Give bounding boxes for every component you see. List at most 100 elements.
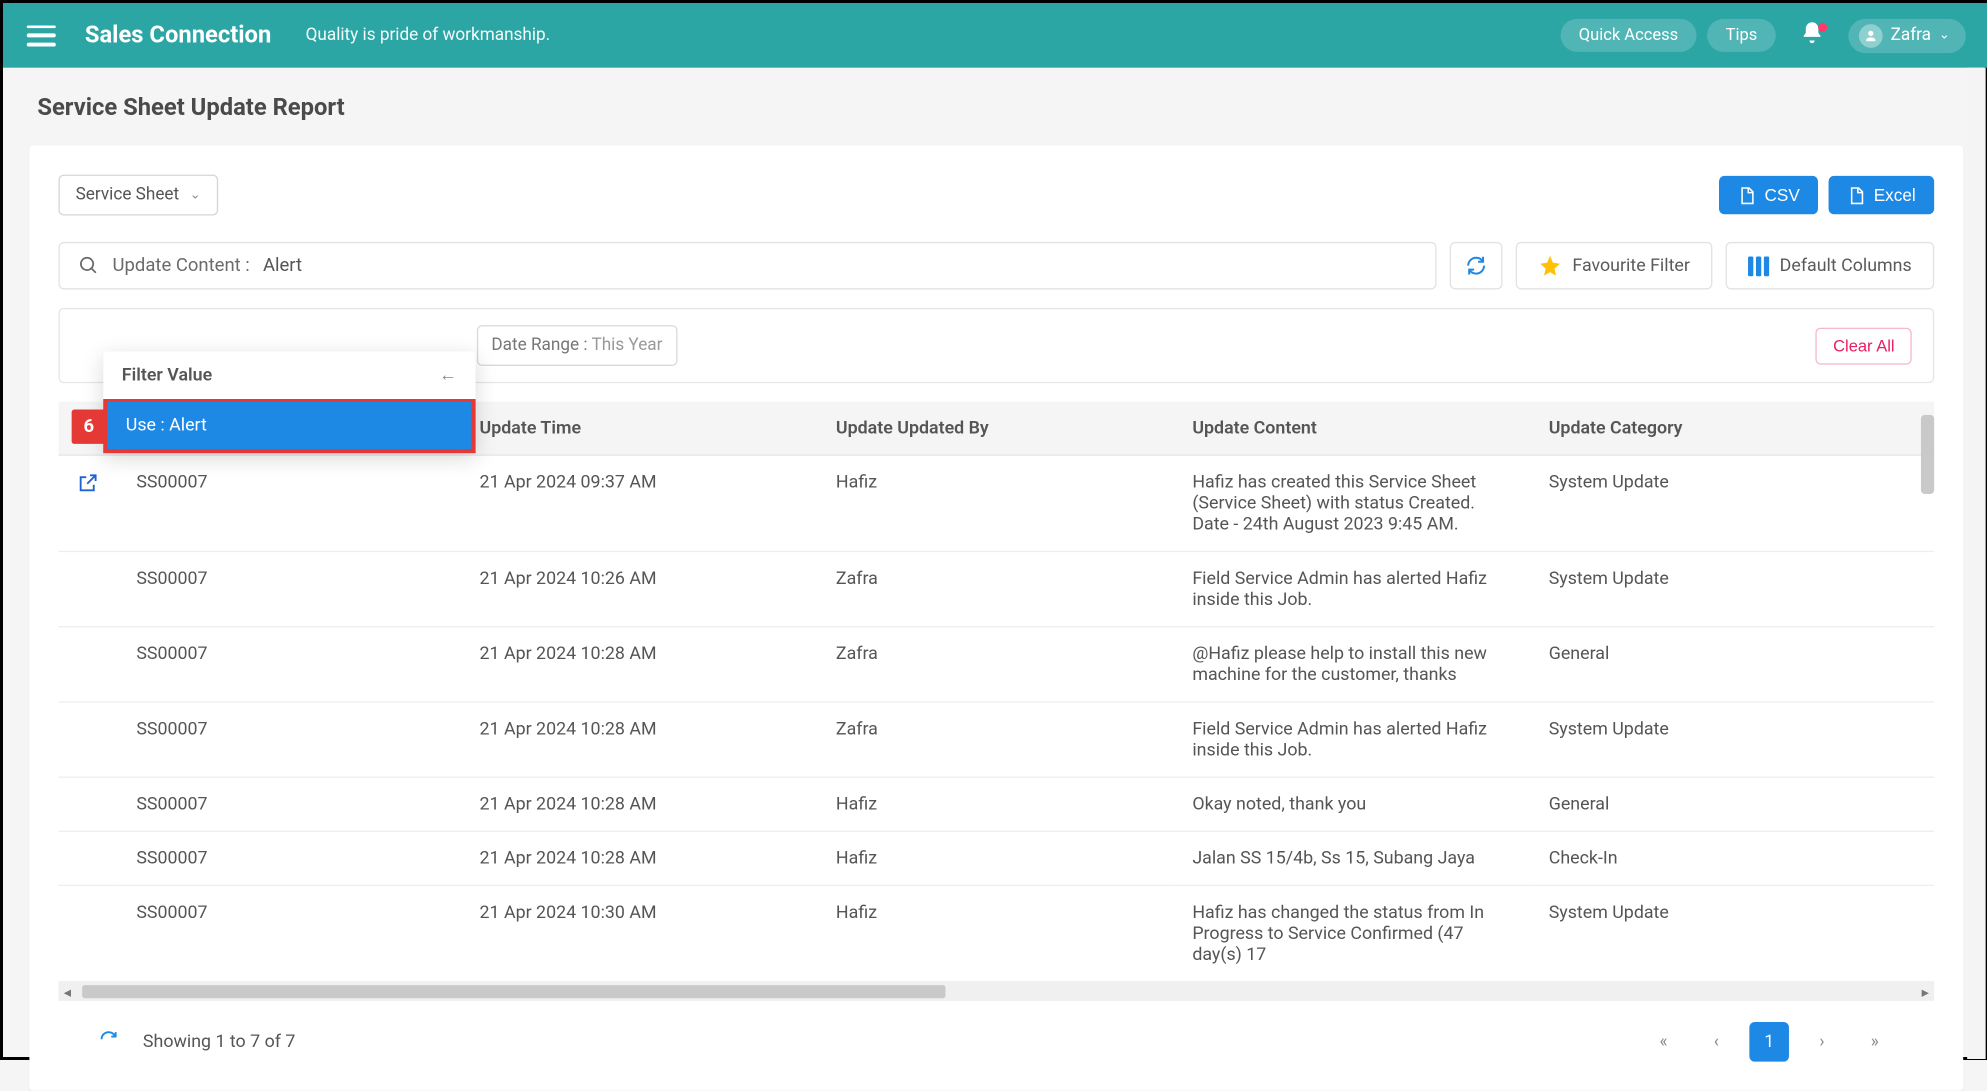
cell-sheet-no: SS00007 [118, 627, 461, 702]
file-icon [1847, 186, 1865, 204]
table-row[interactable]: SS0000721 Apr 2024 10:28 AMHafizOkay not… [58, 777, 1934, 831]
columns-icon [1748, 256, 1769, 276]
footer-refresh-button[interactable] [98, 1029, 119, 1055]
cell-by: Hafiz [817, 455, 1173, 551]
cell-content: @Hafiz please help to install this new m… [1174, 627, 1530, 702]
tips-button[interactable]: Tips [1707, 19, 1776, 52]
export-csv-button[interactable]: CSV [1720, 176, 1819, 214]
cell-sheet-no: SS00007 [118, 777, 461, 831]
clear-all-button[interactable]: Clear All [1816, 327, 1912, 364]
row-action-cell [58, 777, 117, 831]
back-arrow-icon[interactable]: ← [439, 365, 457, 386]
table-row[interactable]: SS0000721 Apr 2024 10:28 AMHafizJalan SS… [58, 831, 1934, 885]
quick-access-button[interactable]: Quick Access [1560, 19, 1696, 52]
table-row[interactable]: SS0000721 Apr 2024 10:28 AMZafra@Hafiz p… [58, 627, 1934, 702]
row-action-cell [58, 455, 117, 551]
search-input[interactable]: Update Content : Alert [58, 242, 1436, 290]
dropdown-label: Service Sheet [76, 185, 180, 205]
cell-content: Okay noted, thank you [1174, 777, 1530, 831]
table-row[interactable]: SS0000721 Apr 2024 10:30 AMHafizHafiz ha… [58, 885, 1934, 981]
cell-content: Field Service Admin has alerted Hafiz in… [1174, 702, 1530, 777]
cell-category: System Update [1530, 455, 1934, 551]
cell-category: System Update [1530, 702, 1934, 777]
cell-time: 21 Apr 2024 10:30 AM [461, 885, 817, 981]
table-vertical-scrollbar[interactable] [1921, 402, 1937, 983]
cell-category: General [1530, 627, 1934, 702]
refresh-button[interactable] [1450, 242, 1503, 290]
scroll-left-icon: ◂ [64, 983, 71, 1000]
tagline: Quality is pride of workmanship. [306, 25, 551, 45]
brand-title: Sales Connection [85, 21, 271, 49]
filter-value-popover: Filter Value ← Use : Alert [103, 351, 475, 453]
refresh-icon [98, 1029, 119, 1050]
cell-time: 21 Apr 2024 10:28 AM [461, 702, 817, 777]
search-field-value: Alert [263, 255, 302, 276]
export-excel-button[interactable]: Excel [1829, 176, 1934, 214]
showing-info: Showing 1 to 7 of 7 [143, 1031, 295, 1052]
date-range-chip[interactable]: Date Range : This Year [477, 325, 677, 366]
chevron-down-icon: ⌄ [190, 188, 201, 203]
table-row[interactable]: SS0000721 Apr 2024 09:37 AMHafizHafiz ha… [58, 455, 1934, 551]
cell-sheet-no: SS00007 [118, 551, 461, 626]
search-field-label: Update Content : [113, 255, 250, 276]
cell-by: Zafra [817, 551, 1173, 626]
open-icon[interactable] [77, 478, 99, 499]
row-action-cell [58, 831, 117, 885]
cell-category: System Update [1530, 551, 1934, 626]
row-action-cell [58, 885, 117, 981]
cell-time: 21 Apr 2024 10:28 AM [461, 831, 817, 885]
pagination: « ‹ 1 › » [1644, 1022, 1895, 1062]
page-next-button[interactable]: › [1802, 1022, 1842, 1062]
scroll-right-icon: ▸ [1922, 983, 1929, 1000]
table-footer: Showing 1 to 7 of 7 « ‹ 1 › » [58, 1001, 1934, 1072]
page-prev-button[interactable]: ‹ [1697, 1022, 1737, 1062]
report-type-dropdown[interactable]: Service Sheet ⌄ [58, 175, 217, 216]
step-badge: 6 [72, 410, 106, 444]
table-row[interactable]: SS0000721 Apr 2024 10:28 AMZafraField Se… [58, 702, 1934, 777]
report-card: Service Sheet ⌄ CSV Excel Update Content… [29, 146, 1963, 1091]
notifications-button[interactable] [1786, 20, 1837, 50]
cell-content: Hafiz has created this Service Sheet (Se… [1174, 455, 1530, 551]
favourite-filter-button[interactable]: Favourite Filter [1516, 242, 1713, 290]
table-container: # Service Sheet No⇅ Update Time Update U… [58, 402, 1934, 983]
row-action-cell [58, 551, 117, 626]
default-columns-button[interactable]: Default Columns [1726, 242, 1935, 290]
cell-by: Hafiz [817, 831, 1173, 885]
page-last-button[interactable]: » [1855, 1022, 1895, 1062]
table-row[interactable]: SS0000721 Apr 2024 10:26 AMZafraField Se… [58, 551, 1934, 626]
col-header-by[interactable]: Update Updated By [817, 402, 1173, 455]
row-action-cell [58, 627, 117, 702]
cell-category: Check-In [1530, 831, 1934, 885]
hamburger-icon[interactable] [27, 25, 56, 46]
notification-dot [1818, 23, 1827, 32]
col-header-category[interactable]: Update Category [1530, 402, 1934, 455]
col-header-content[interactable]: Update Content [1174, 402, 1530, 455]
cell-sheet-no: SS00007 [118, 455, 461, 551]
cell-by: Zafra [817, 702, 1173, 777]
cell-sheet-no: SS00007 [118, 702, 461, 777]
cell-category: System Update [1530, 885, 1934, 981]
table-horizontal-scrollbar[interactable]: ◂ ▸ [58, 982, 1934, 1000]
search-icon [78, 255, 99, 276]
user-menu[interactable]: Zafra ⌄ [1848, 18, 1965, 52]
page-first-button[interactable]: « [1644, 1022, 1684, 1062]
refresh-icon [1464, 254, 1488, 278]
page-number-button[interactable]: 1 [1749, 1022, 1789, 1062]
star-icon [1538, 254, 1562, 278]
col-header-time[interactable]: Update Time [461, 402, 817, 455]
top-bar: Sales Connection Quality is pride of wor… [3, 3, 1987, 68]
file-icon [1738, 186, 1756, 204]
cell-time: 21 Apr 2024 09:37 AM [461, 455, 817, 551]
cell-content: Jalan SS 15/4b, Ss 15, Subang Jaya [1174, 831, 1530, 885]
cell-content: Field Service Admin has alerted Hafiz in… [1174, 551, 1530, 626]
cell-sheet-no: SS00007 [118, 885, 461, 981]
cell-sheet-no: SS00007 [118, 831, 461, 885]
filter-use-item[interactable]: Use : Alert [103, 399, 475, 453]
cell-time: 21 Apr 2024 10:28 AM [461, 627, 817, 702]
avatar-icon [1859, 23, 1883, 47]
row-action-cell [58, 702, 117, 777]
report-table: # Service Sheet No⇅ Update Time Update U… [58, 402, 1934, 983]
cell-time: 21 Apr 2024 10:28 AM [461, 777, 817, 831]
cell-time: 21 Apr 2024 10:26 AM [461, 551, 817, 626]
cell-by: Zafra [817, 627, 1173, 702]
